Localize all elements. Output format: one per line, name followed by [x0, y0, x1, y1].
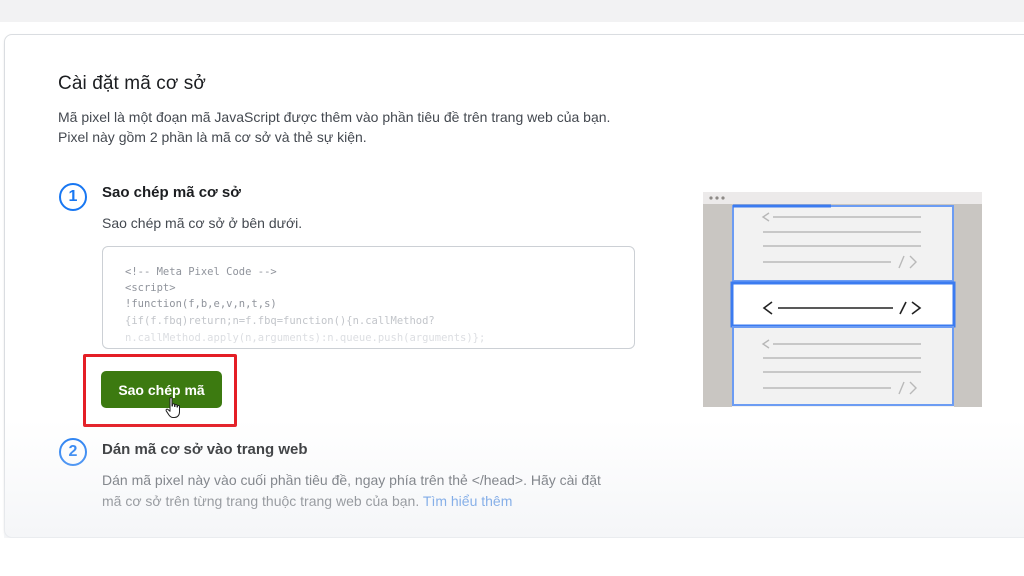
step-2-number-badge: 2: [59, 438, 87, 466]
hand-pointer-cursor-icon: [165, 397, 180, 418]
code-line-1: <!-- Meta Pixel Code -->: [125, 266, 277, 278]
learn-more-link[interactable]: Tìm hiểu thêm: [423, 493, 512, 509]
copy-code-button[interactable]: Sao chép mã: [101, 371, 222, 408]
bottom-background-band: [0, 538, 1024, 576]
website-header-code-illustration: [703, 192, 982, 407]
step-2-title: Dán mã cơ sở vào trang web: [102, 441, 308, 458]
code-line-4: {if(f.fbq)return;n=f.fbq=function(){n.ca…: [125, 315, 435, 327]
step-1-title: Sao chép mã cơ sở: [102, 184, 241, 201]
base-code-box[interactable]: <!-- Meta Pixel Code --> <script> !funct…: [102, 246, 635, 349]
section-description-line2: Pixel này gồm 2 phần là mã cơ sở và thẻ …: [58, 129, 367, 145]
code-line-5: n.callMethod.apply(n,arguments):n.queue.…: [125, 332, 486, 344]
section-description-line1: Mã pixel là một đoạn mã JavaScript được …: [58, 109, 611, 125]
code-line-3: !function(f,b,e,v,n,t,s): [125, 298, 277, 310]
step-1-instruction: Sao chép mã cơ sở ở bên dưới.: [102, 215, 303, 231]
section-title: Cài đặt mã cơ sở: [58, 73, 206, 94]
code-line-2: <script>: [125, 282, 176, 294]
step-2-instruction-line1: Dán mã pixel này vào cuối phần tiêu đề, …: [102, 472, 601, 488]
step-1-number-badge: 1: [59, 183, 87, 211]
step-2-instruction-text: mã cơ sở trên từng trang thuộc trang web…: [102, 493, 420, 509]
step-2-instruction-line2: mã cơ sở trên từng trang thuộc trang web…: [102, 491, 512, 511]
top-background-band: [0, 0, 1024, 22]
